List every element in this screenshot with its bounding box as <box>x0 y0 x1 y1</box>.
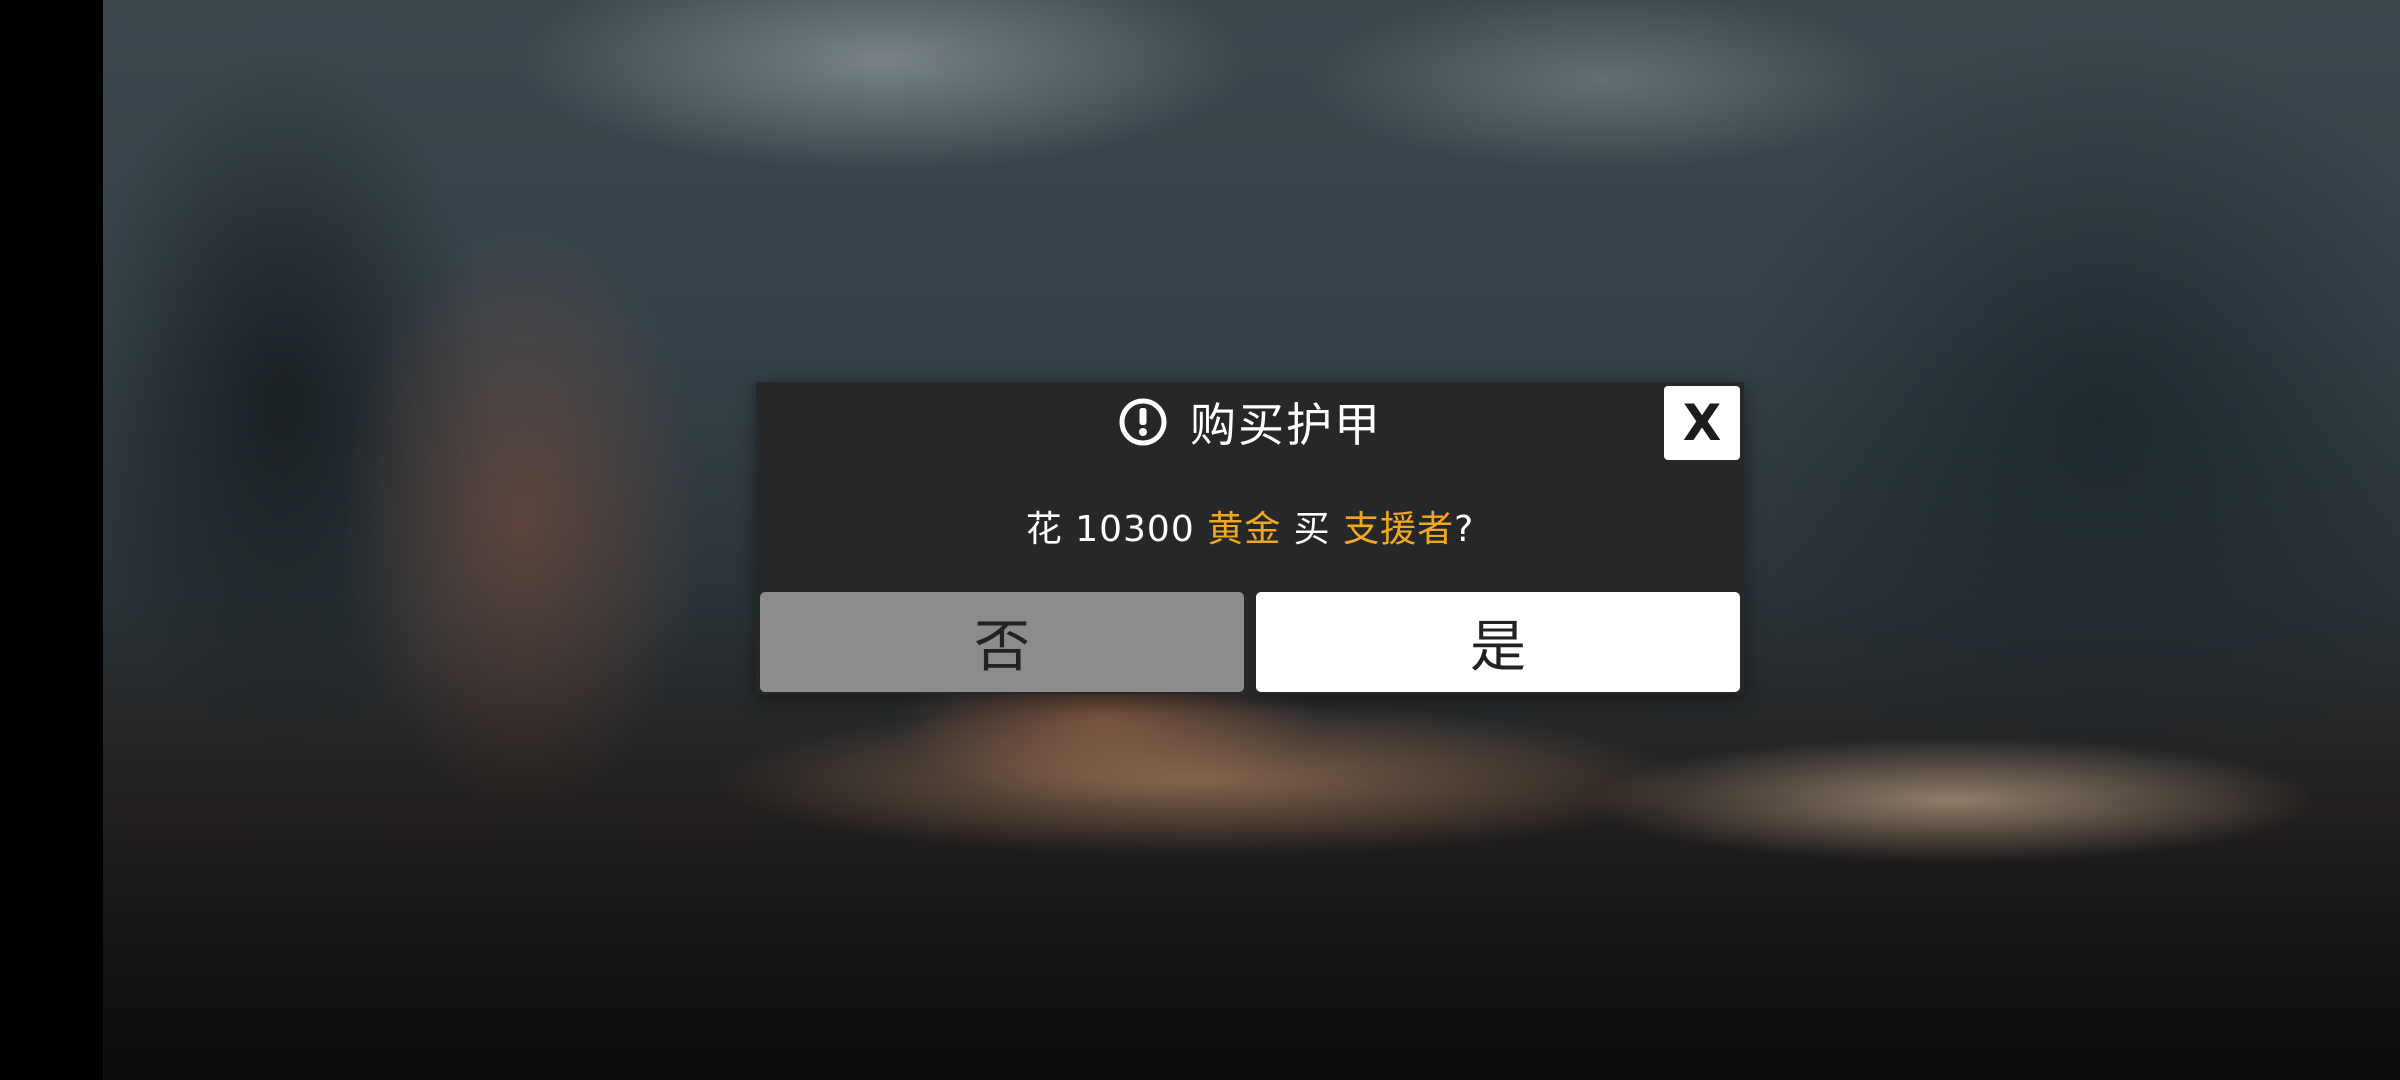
close-button[interactable]: X <box>1664 386 1740 460</box>
background-bottom-shade <box>103 820 2400 1080</box>
dialog-title: 购买护甲 <box>1190 398 1382 452</box>
message-prefix: 花 10300 <box>1025 509 1208 550</box>
message-suffix: ? <box>1454 509 1475 550</box>
dialog-buttons: 否 是 <box>760 592 1740 692</box>
currency-name: 黄金 <box>1207 509 1282 550</box>
dialog-header: 购买护甲 <box>756 382 1744 462</box>
no-button[interactable]: 否 <box>760 592 1244 692</box>
left-black-bar <box>0 0 103 1080</box>
message-middle: 买 <box>1281 509 1344 550</box>
armor-item-name: 支援者 <box>1343 509 1455 550</box>
game-screen: 购买护甲 X 花 10300 黄金 买 支援者? 否 是 <box>0 0 2400 1080</box>
purchase-armor-dialog: 购买护甲 X 花 10300 黄金 买 支援者? 否 是 <box>756 382 1744 694</box>
exclamation-circle-icon <box>1119 398 1167 446</box>
yes-button[interactable]: 是 <box>1256 592 1740 692</box>
purchase-confirmation-message: 花 10300 黄金 买 支援者? <box>756 500 1744 552</box>
